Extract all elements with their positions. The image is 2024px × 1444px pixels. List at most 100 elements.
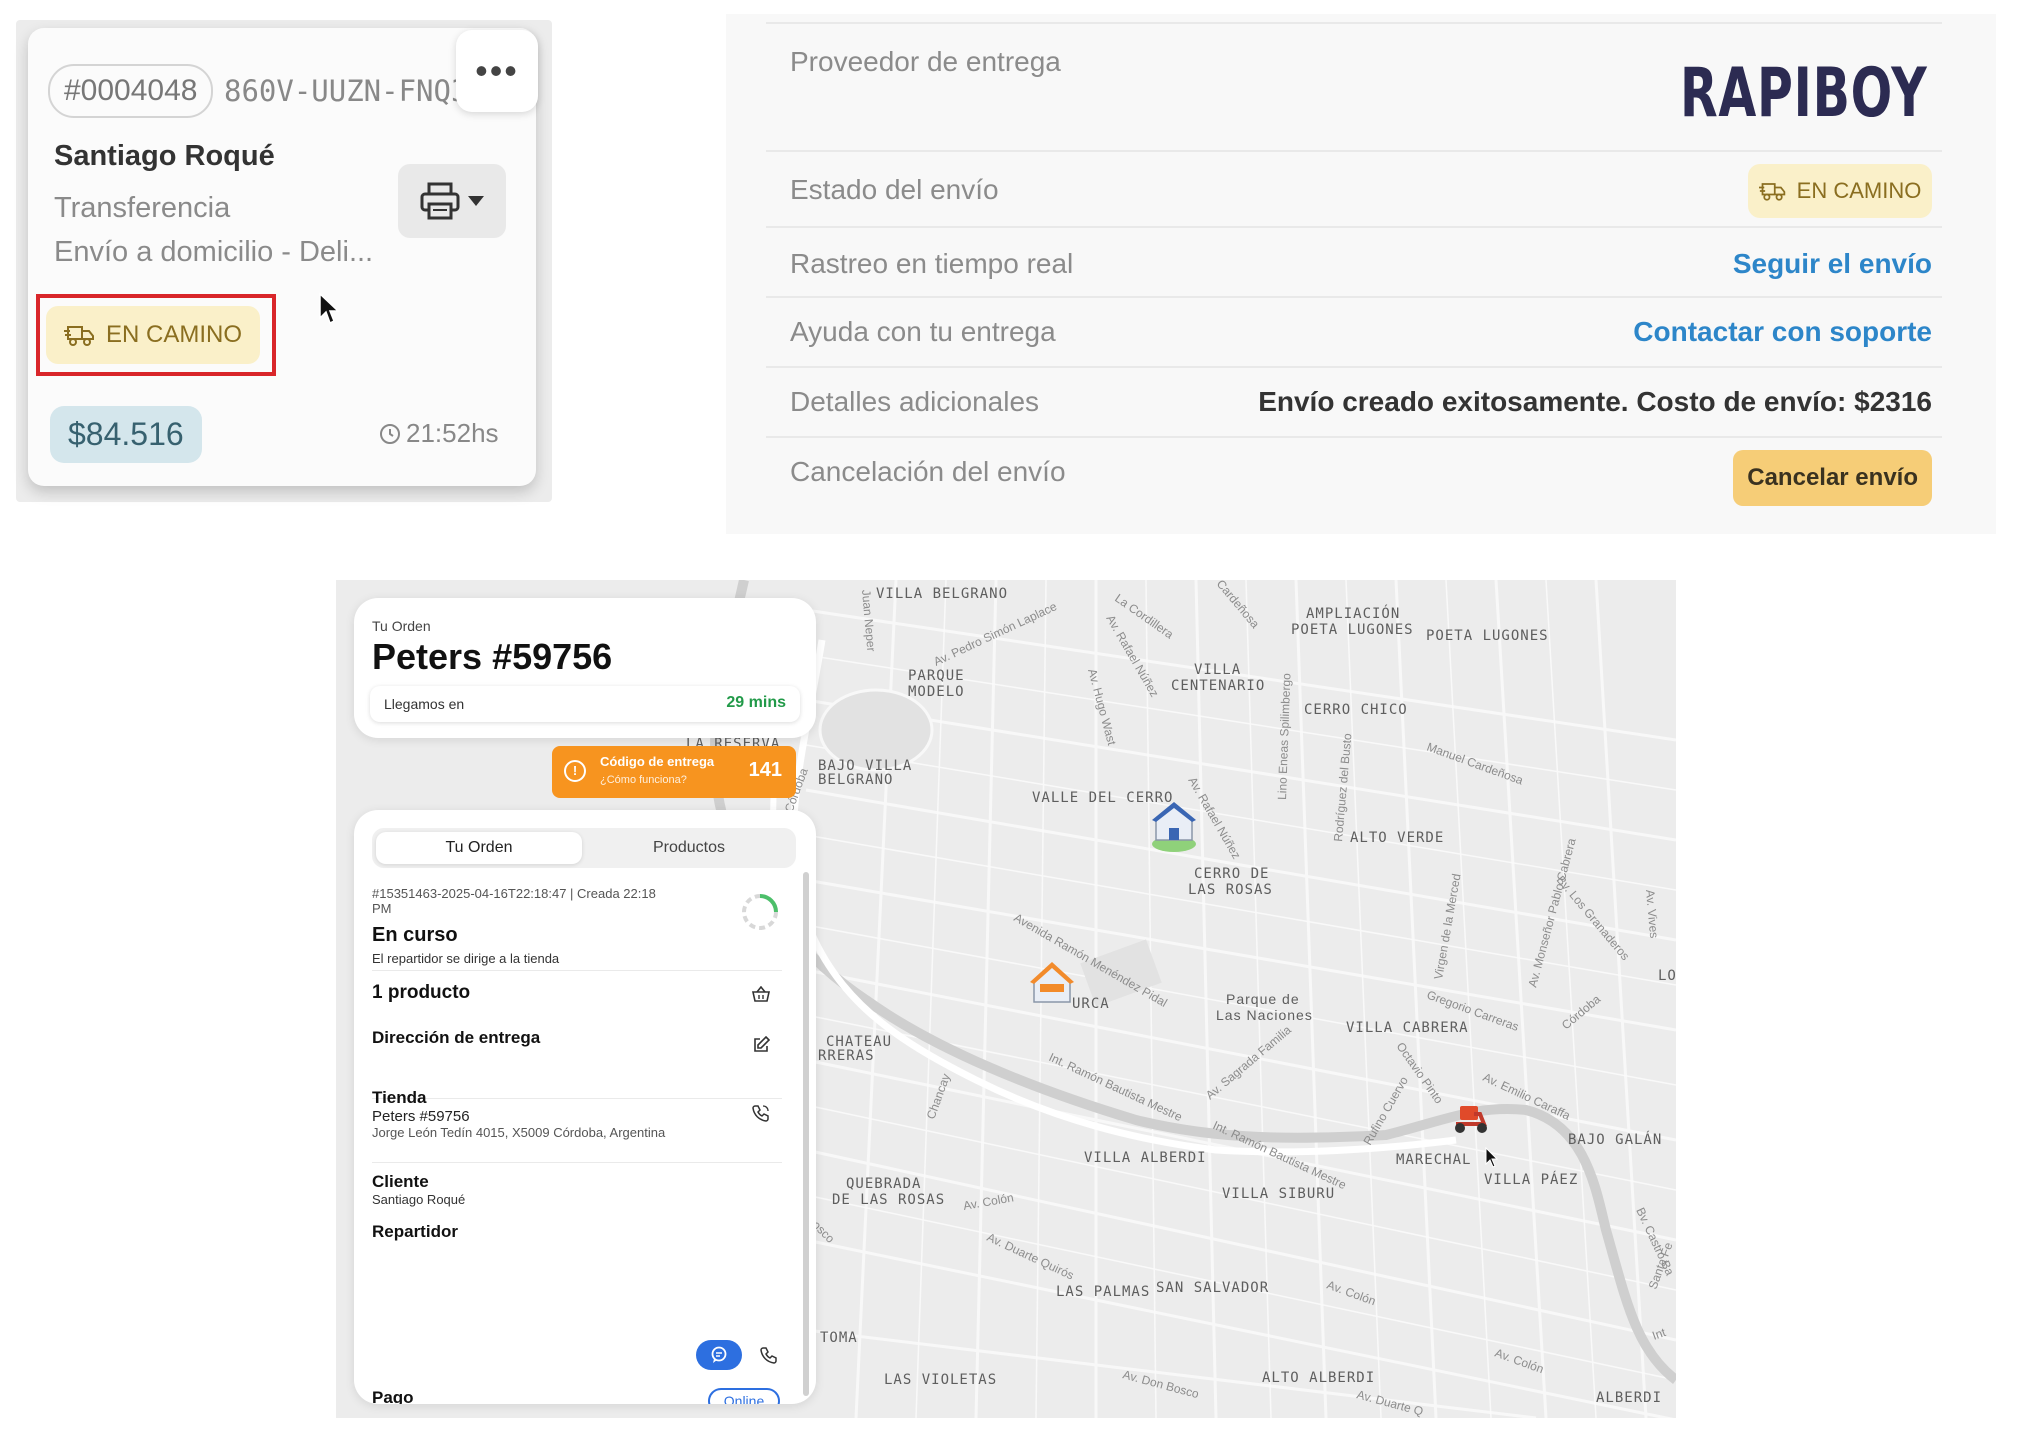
eta-value: 29 mins [726, 694, 786, 711]
order-code: 860V-UUZN-FNQ3 [224, 74, 469, 108]
status-badge: EN CAMINO [46, 306, 260, 364]
store-order-title: Peters #59756 [372, 636, 613, 677]
svg-text:CERRO DE: CERRO DE [1194, 866, 1269, 882]
details-label: Detalles adicionales [790, 386, 1040, 417]
tab-tu-orden[interactable]: Tu Orden [376, 832, 582, 864]
divider [372, 970, 782, 971]
svg-text:SAN SALVADOR: SAN SALVADOR [1156, 1280, 1269, 1296]
clock-icon [380, 423, 400, 444]
svg-text:LAS ROSAS: LAS ROSAS [1188, 882, 1273, 898]
delivery-code-banner[interactable]: ! Código de entrega ¿Cómo funciona? 141 [552, 746, 796, 798]
order-meta: #15351463-2025-04-16T22:18:47 | Creada 2… [372, 886, 656, 901]
products-section[interactable]: 1 producto [372, 982, 782, 1004]
svg-text:PARQUE: PARQUE [908, 668, 965, 684]
order-detail-panel: Tu Orden Productos #15351463-2025-04-16T… [354, 810, 816, 1404]
mouse-cursor-icon [319, 292, 340, 325]
status-label: Estado del envío [790, 174, 999, 205]
delivery-type: Envío a domicilio - Deli... [54, 236, 374, 268]
details-row: Detalles adicionales Envío creado exitos… [766, 366, 1942, 436]
chevron-down-icon [468, 196, 484, 206]
delivery-truck-icon [63, 326, 94, 346]
panel-scrollbar[interactable] [803, 872, 809, 1396]
svg-text:POETA LUGONES: POETA LUGONES [1291, 622, 1414, 638]
chat-icon [711, 1346, 727, 1363]
more-icon: ••• [475, 50, 519, 91]
svg-text:LAS VIOLETAS: LAS VIOLETAS [884, 1372, 997, 1388]
tab-productos[interactable]: Productos [586, 832, 792, 864]
courier-phone-icon[interactable] [760, 1346, 778, 1364]
tracking-label: Rastreo en tiempo real [790, 248, 1074, 279]
delivery-truck-icon [1758, 183, 1785, 201]
store-title: Tienda [372, 1088, 427, 1107]
edit-icon[interactable] [752, 1036, 770, 1054]
order-card[interactable]: #0004048 860V-UUZN-FNQ3 ••• Santiago Roq… [28, 28, 538, 486]
provider-logo: RAPIBOY [1670, 46, 1932, 140]
cancel-label: Cancelación del envío [790, 456, 1066, 487]
order-total: $84.516 [50, 406, 202, 463]
courier-section: Repartidor [372, 1222, 782, 1242]
payment-online-badge: Online [708, 1388, 780, 1404]
details-value: Envío creado exitosamente. Costo de enví… [1258, 386, 1932, 417]
svg-text:VILLA: VILLA [1194, 662, 1241, 678]
shipping-details-panel: Proveedor de entrega RAPIBOY Estado del … [726, 14, 1996, 534]
chat-button[interactable] [696, 1340, 742, 1370]
order-state: En curso [372, 924, 458, 946]
svg-text:CERRO CHICO: CERRO CHICO [1304, 702, 1408, 718]
client-section: Cliente Santiago Roqué [372, 1172, 782, 1207]
svg-text:ALBERDI: ALBERDI [1596, 1390, 1662, 1406]
svg-text:Las Naciones: Las Naciones [1216, 1007, 1313, 1023]
svg-text:RRERAS: RRERAS [818, 1048, 875, 1064]
svg-text:VILLA BELGRANO: VILLA BELGRANO [876, 586, 1008, 602]
svg-text:Parque de: Parque de [1226, 991, 1300, 1007]
basket-icon [752, 986, 770, 1002]
order-number-chip: #0004048 [48, 64, 214, 118]
payment-method: Transferencia [54, 192, 231, 224]
eta-bar: Llegamos en 29 mins [370, 686, 800, 722]
svg-text:POETA LUGONES: POETA LUGONES [1426, 628, 1549, 644]
order-card-screenshot: #0004048 860V-UUZN-FNQ3 ••• Santiago Roq… [16, 20, 552, 502]
svg-text:ALTO VERDE: ALTO VERDE [1350, 830, 1444, 846]
print-button[interactable] [398, 164, 506, 238]
shipping-status-text: EN CAMINO [1796, 178, 1922, 203]
status-row: Estado del envío EN CAMINO [766, 150, 1942, 226]
help-row: Ayuda con tu entrega Contactar con sopor… [766, 296, 1942, 366]
svg-text:LAS PALMAS: LAS PALMAS [1056, 1284, 1150, 1300]
svg-text:VALLE DEL CERRO: VALLE DEL CERRO [1032, 790, 1173, 806]
cancel-shipment-button[interactable]: Cancelar envío [1733, 450, 1932, 506]
delivery-code-title: Código de entrega [600, 754, 715, 769]
cancel-row: Cancelación del envío Cancelar envío [766, 436, 1942, 518]
phone-icon[interactable] [752, 1104, 770, 1122]
tracking-row: Rastreo en tiempo real Seguir el envío [766, 226, 1942, 296]
store-section: Tienda Peters #59756 Jorge León Tedín 40… [372, 1088, 782, 1140]
order-time-text: 21:52hs [406, 418, 499, 448]
order-state-sub: El repartidor se dirige a la tienda [372, 951, 560, 966]
divider [372, 1162, 782, 1163]
svg-text:CENTENARIO: CENTENARIO [1171, 678, 1265, 694]
delivery-address-section: Dirección de entrega [372, 1028, 782, 1052]
store-address: Jorge León Tedín 4015, X5009 Córdoba, Ar… [372, 1125, 666, 1140]
order-status-section: #15351463-2025-04-16T22:18:47 | Creada 2… [372, 886, 782, 966]
svg-text:ALTO ALBERDI: ALTO ALBERDI [1262, 1370, 1375, 1386]
follow-shipment-link[interactable]: Seguir el envío [1733, 248, 1932, 280]
more-options-button[interactable]: ••• [456, 30, 538, 112]
delivery-address-title: Dirección de entrega [372, 1028, 541, 1047]
contact-support-link[interactable]: Contactar con soporte [1633, 316, 1932, 348]
order-tabs: Tu Orden Productos [372, 828, 796, 868]
svg-text:TOMA: TOMA [820, 1330, 858, 1346]
provider-row: Proveedor de entrega RAPIBOY [766, 22, 1942, 150]
order-header-small: Tu Orden [372, 618, 431, 634]
client-title: Cliente [372, 1172, 429, 1191]
shipping-status-badge: EN CAMINO [1748, 164, 1932, 218]
svg-text:VILLA ALBERDI: VILLA ALBERDI [1084, 1150, 1207, 1166]
svg-text:QUEBRADA: QUEBRADA [846, 1176, 921, 1192]
status-text: EN CAMINO [105, 321, 242, 348]
delivery-code-help[interactable]: ¿Cómo funciona? [600, 774, 687, 786]
order-meta-2: PM [372, 901, 392, 916]
svg-text:DE LAS ROSAS: DE LAS ROSAS [832, 1192, 945, 1208]
svg-text:VILLA CABRERA: VILLA CABRERA [1346, 1020, 1469, 1036]
info-icon: ! [564, 760, 586, 782]
order-time: 21:52hs [378, 418, 499, 449]
delivery-code-value: 141 [748, 759, 782, 781]
svg-text:AMPLIACIÓN: AMPLIACIÓN [1306, 604, 1400, 622]
products-count: 1 producto [372, 982, 471, 1003]
